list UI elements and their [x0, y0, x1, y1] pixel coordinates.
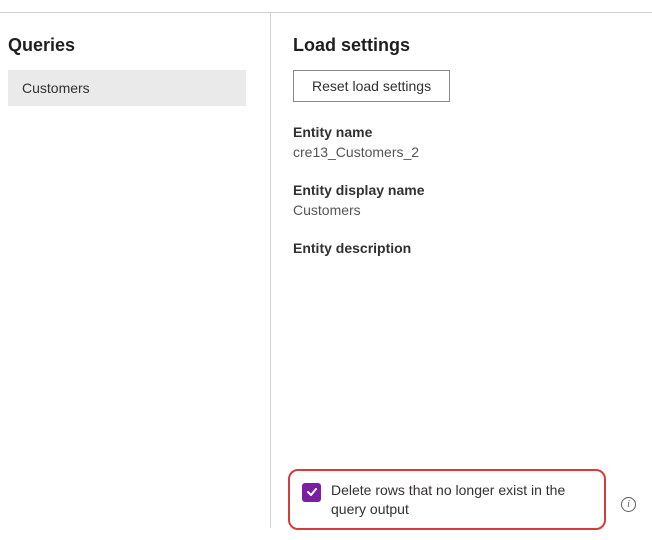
main-layout: Queries Customers Load settings Reset lo… [0, 13, 652, 528]
delete-rows-checkbox-label: Delete rows that no longer exist in the … [331, 481, 592, 520]
delete-rows-checkbox[interactable] [302, 483, 321, 502]
check-icon [306, 486, 318, 498]
entity-name-value: cre13_Customers_2 [293, 144, 652, 160]
entity-display-name-field: Entity display name Customers [293, 182, 652, 218]
entity-description-label: Entity description [293, 240, 652, 256]
queries-panel: Queries Customers [0, 13, 270, 528]
query-item-customers[interactable]: Customers [8, 70, 246, 106]
entity-display-name-label: Entity display name [293, 182, 652, 198]
entity-name-field: Entity name cre13_Customers_2 [293, 124, 652, 160]
delete-rows-highlight: Delete rows that no longer exist in the … [288, 469, 606, 530]
reset-load-settings-button[interactable]: Reset load settings [293, 70, 450, 102]
entity-name-label: Entity name [293, 124, 652, 140]
entity-display-name-value: Customers [293, 202, 652, 218]
load-settings-panel: Load settings Reset load settings Entity… [271, 13, 652, 528]
query-item-label: Customers [22, 80, 90, 96]
info-icon[interactable]: i [621, 497, 636, 512]
queries-title: Queries [8, 35, 270, 56]
load-settings-title: Load settings [293, 35, 652, 56]
entity-description-field: Entity description [293, 240, 652, 256]
